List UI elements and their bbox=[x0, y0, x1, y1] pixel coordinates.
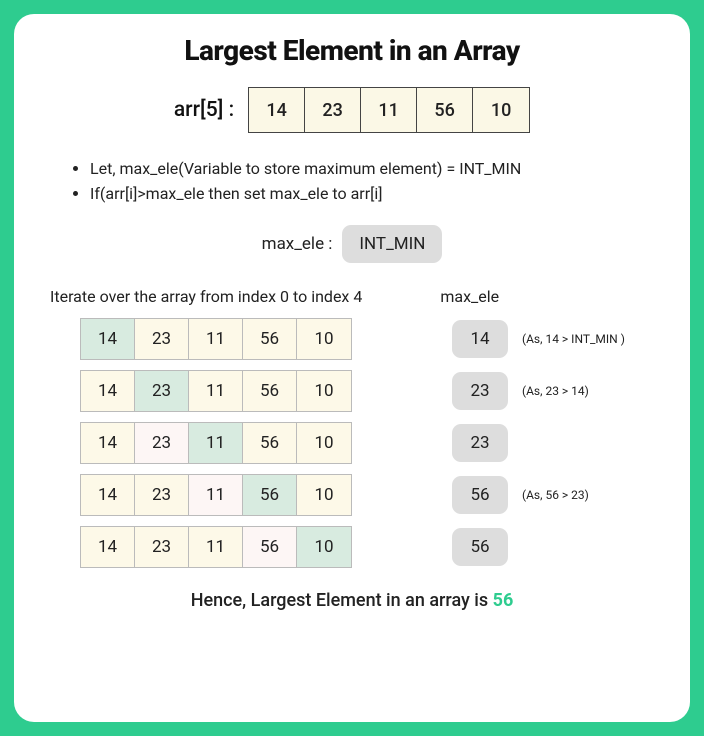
algorithm-bullets: Let, max_ele(Variable to store maximum e… bbox=[90, 157, 658, 207]
iteration-row: 14 23 11 56 10 14 (As, 14 > INT_MIN ) bbox=[80, 318, 658, 360]
maxele-step-value: 23 bbox=[452, 424, 508, 462]
iter-cell: 56 bbox=[243, 475, 297, 515]
conclusion-text: Hence, Largest Element in an array is bbox=[191, 590, 493, 611]
maxele-step-value: 56 bbox=[452, 528, 508, 566]
iter-cell: 10 bbox=[297, 527, 351, 567]
iter-cell: 23 bbox=[135, 423, 189, 463]
iteration-cells: 14 23 11 56 10 bbox=[80, 474, 352, 516]
array-cell: 56 bbox=[417, 88, 473, 132]
iteration-cells: 14 23 11 56 10 bbox=[80, 318, 352, 360]
iteration-cells: 14 23 11 56 10 bbox=[80, 370, 352, 412]
array-cell: 14 bbox=[249, 88, 305, 132]
array-cell: 10 bbox=[473, 88, 529, 132]
iteration-cells: 14 23 11 56 10 bbox=[80, 422, 352, 464]
array-cell: 11 bbox=[361, 88, 417, 132]
iter-cell: 23 bbox=[135, 527, 189, 567]
page-title: Largest Element in an Array bbox=[46, 34, 658, 67]
iter-cell: 56 bbox=[243, 423, 297, 463]
iteration-rows: 14 23 11 56 10 14 (As, 14 > INT_MIN ) 14… bbox=[80, 318, 658, 568]
maxele-step-value: 56 bbox=[452, 476, 508, 514]
iter-cell: 10 bbox=[297, 371, 351, 411]
iter-cell: 23 bbox=[135, 319, 189, 359]
maxele-step-value: 14 bbox=[452, 320, 508, 358]
maxele-init-value: INT_MIN bbox=[342, 225, 442, 263]
iter-cell: 10 bbox=[297, 423, 351, 463]
iter-cell: 10 bbox=[297, 475, 351, 515]
iter-cell: 11 bbox=[189, 319, 243, 359]
iteration-instruction: Iterate over the array from index 0 to i… bbox=[50, 287, 362, 306]
iter-cell: 56 bbox=[243, 319, 297, 359]
maxele-init-row: max_ele : INT_MIN bbox=[46, 225, 658, 263]
array-cells: 14 23 11 56 10 bbox=[248, 87, 530, 133]
conclusion: Hence, Largest Element in an array is 56 bbox=[46, 590, 658, 611]
maxele-column-header: max_ele bbox=[440, 287, 499, 306]
iter-cell: 14 bbox=[81, 371, 135, 411]
iter-cell: 14 bbox=[81, 319, 135, 359]
iteration-row: 14 23 11 56 10 23 (As, 23 > 14) bbox=[80, 370, 658, 412]
iteration-note: (As, 23 > 14) bbox=[522, 384, 589, 398]
iter-cell: 10 bbox=[297, 319, 351, 359]
iter-cell: 11 bbox=[189, 527, 243, 567]
iter-cell: 11 bbox=[189, 475, 243, 515]
iter-cell: 56 bbox=[243, 371, 297, 411]
iter-cell: 56 bbox=[243, 527, 297, 567]
iter-cell: 14 bbox=[81, 527, 135, 567]
array-label: arr[5] : bbox=[174, 98, 234, 122]
iter-cell: 11 bbox=[189, 371, 243, 411]
iter-cell: 23 bbox=[135, 371, 189, 411]
iteration-cells: 14 23 11 56 10 bbox=[80, 526, 352, 568]
array-cell: 23 bbox=[305, 88, 361, 132]
bullet-item: Let, max_ele(Variable to store maximum e… bbox=[90, 157, 658, 182]
diagram-card: Largest Element in an Array arr[5] : 14 … bbox=[14, 14, 690, 722]
iter-cell: 14 bbox=[81, 475, 135, 515]
iteration-row: 14 23 11 56 10 56 bbox=[80, 526, 658, 568]
maxele-step-value: 23 bbox=[452, 372, 508, 410]
iteration-row: 14 23 11 56 10 56 (As, 56 > 23) bbox=[80, 474, 658, 516]
iter-cell: 14 bbox=[81, 423, 135, 463]
iteration-row: 14 23 11 56 10 23 bbox=[80, 422, 658, 464]
maxele-label: max_ele : bbox=[262, 234, 333, 254]
iter-cell: 23 bbox=[135, 475, 189, 515]
bullet-item: If(arr[i]>max_ele then set max_ele to ar… bbox=[90, 182, 658, 207]
iteration-note: (As, 56 > 23) bbox=[522, 488, 589, 502]
array-declaration-row: arr[5] : 14 23 11 56 10 bbox=[46, 87, 658, 133]
iteration-header: Iterate over the array from index 0 to i… bbox=[46, 287, 658, 306]
conclusion-answer: 56 bbox=[493, 590, 514, 611]
iteration-note: (As, 14 > INT_MIN ) bbox=[522, 332, 625, 346]
iter-cell: 11 bbox=[189, 423, 243, 463]
